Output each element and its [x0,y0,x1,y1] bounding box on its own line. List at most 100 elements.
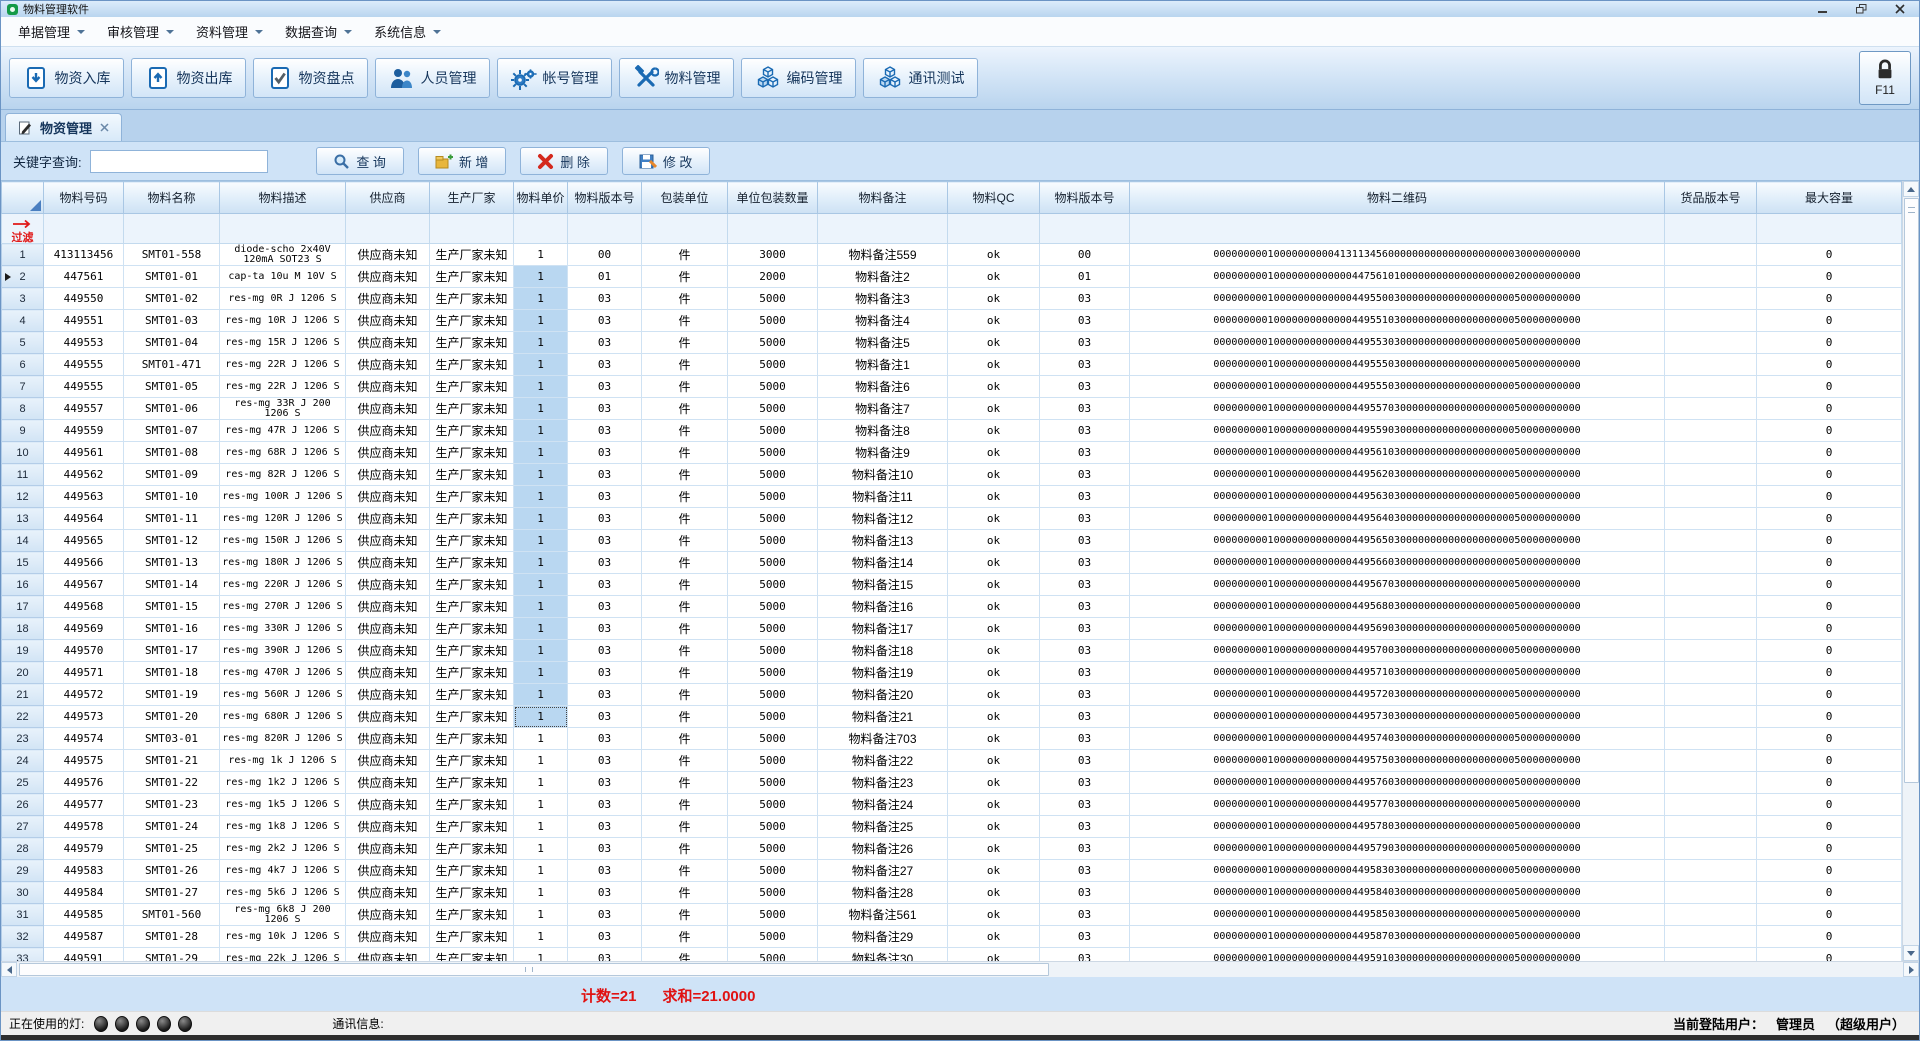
cell-num[interactable]: 447561 [44,266,124,288]
cell-price[interactable]: 1 [514,288,568,310]
cell-ver[interactable]: 03 [568,354,642,376]
cell-qr[interactable]: 0000000001000000000041311345600000000000… [1130,244,1665,266]
cell-max_cap[interactable]: 0 [1757,618,1902,640]
cell-unit[interactable]: 件 [642,596,728,618]
cell-goods_ver[interactable] [1665,750,1757,772]
scroll-up-button[interactable] [1903,181,1919,197]
cell-qc[interactable]: ok [948,574,1040,596]
row-number[interactable]: 18 [2,618,44,640]
cell-qty[interactable]: 5000 [728,596,818,618]
row-number[interactable]: 15 [2,552,44,574]
cell-desc[interactable]: res-mg 180R J 1206 S [220,552,346,574]
cell-num[interactable]: 449551 [44,310,124,332]
cell-maker[interactable]: 生产厂家未知 [430,640,514,662]
row-number[interactable]: 27 [2,816,44,838]
cell-supplier[interactable]: 供应商未知 [346,552,430,574]
cell-goods_ver[interactable] [1665,772,1757,794]
cell-unit[interactable]: 件 [642,706,728,728]
cell-max_cap[interactable]: 0 [1757,706,1902,728]
row-number[interactable]: 20 [2,662,44,684]
cell-supplier[interactable]: 供应商未知 [346,684,430,706]
cell-ver[interactable]: 03 [568,618,642,640]
cell-desc[interactable]: res-mg 560R J 1206 S [220,684,346,706]
cell-unit[interactable]: 件 [642,728,728,750]
row-number[interactable]: 4 [2,310,44,332]
cell-ver2[interactable]: 03 [1040,926,1130,948]
cell-goods_ver[interactable] [1665,332,1757,354]
cell-remark[interactable]: 物料备注4 [818,310,948,332]
cell-ver2[interactable]: 03 [1040,420,1130,442]
cell-qc[interactable]: ok [948,244,1040,266]
cell-remark[interactable]: 物料备注8 [818,420,948,442]
cell-remark[interactable]: 物料备注22 [818,750,948,772]
cell-qty[interactable]: 5000 [728,332,818,354]
cell-unit[interactable]: 件 [642,508,728,530]
cell-remark[interactable]: 物料备注1 [818,354,948,376]
cell-price[interactable]: 1 [514,882,568,904]
cell-num[interactable]: 449557 [44,398,124,420]
cell-qc[interactable]: ok [948,882,1040,904]
col-header-remark[interactable]: 物料备注 [818,182,948,214]
cell-price[interactable]: 1 [514,464,568,486]
cell-name[interactable]: SMT01-15 [124,596,220,618]
cell-goods_ver[interactable] [1665,794,1757,816]
row-number[interactable]: 16 [2,574,44,596]
cell-goods_ver[interactable] [1665,574,1757,596]
cell-ver[interactable]: 03 [568,948,642,962]
cell-num[interactable]: 449555 [44,354,124,376]
cell-qr[interactable]: 0000000001000000000000044956603000000000… [1130,552,1665,574]
row-number[interactable]: 21 [2,684,44,706]
cell-ver[interactable]: 03 [568,816,642,838]
cell-desc[interactable]: res-mg 2k2 J 1206 S [220,838,346,860]
cell-qty[interactable]: 5000 [728,552,818,574]
cell-unit[interactable]: 件 [642,244,728,266]
cell-name[interactable]: SMT01-06 [124,398,220,420]
cell-remark[interactable]: 物料备注28 [818,882,948,904]
cell-supplier[interactable]: 供应商未知 [346,486,430,508]
cell-supplier[interactable]: 供应商未知 [346,772,430,794]
cell-goods_ver[interactable] [1665,464,1757,486]
col-header-num[interactable]: 物料号码 [44,182,124,214]
cell-desc[interactable]: res-mg 6k8 J 200 1206 S [220,904,346,926]
query-button[interactable]: 查 询 [316,147,404,175]
cell-num[interactable]: 449553 [44,332,124,354]
toolbar-button-coding[interactable]: 编码管理 [741,58,856,98]
cell-max_cap[interactable]: 0 [1757,662,1902,684]
cell-remark[interactable]: 物料备注5 [818,332,948,354]
cell-max_cap[interactable]: 0 [1757,244,1902,266]
cell-supplier[interactable]: 供应商未知 [346,398,430,420]
cell-qc[interactable]: ok [948,618,1040,640]
cell-supplier[interactable]: 供应商未知 [346,640,430,662]
cell-qc[interactable]: ok [948,398,1040,420]
vertical-scroll-thumb[interactable] [1904,198,1919,783]
cell-max_cap[interactable]: 0 [1757,882,1902,904]
row-number[interactable]: 24 [2,750,44,772]
cell-num[interactable]: 413113456 [44,244,124,266]
cell-supplier[interactable]: 供应商未知 [346,838,430,860]
cell-supplier[interactable]: 供应商未知 [346,420,430,442]
cell-ver2[interactable]: 03 [1040,750,1130,772]
filter-cell-qty[interactable] [728,214,818,244]
cell-qc[interactable]: ok [948,904,1040,926]
row-number[interactable]: 31 [2,904,44,926]
cell-remark[interactable]: 物料备注24 [818,794,948,816]
cell-goods_ver[interactable] [1665,530,1757,552]
cell-unit[interactable]: 件 [642,860,728,882]
cell-ver[interactable]: 03 [568,684,642,706]
col-header-ver2[interactable]: 物料版本号 [1040,182,1130,214]
cell-name[interactable]: SMT01-08 [124,442,220,464]
cell-qc[interactable]: ok [948,838,1040,860]
cell-supplier[interactable]: 供应商未知 [346,794,430,816]
filter-cell-goods_ver[interactable] [1665,214,1757,244]
cell-goods_ver[interactable] [1665,244,1757,266]
cell-unit[interactable]: 件 [642,794,728,816]
row-number[interactable]: 28 [2,838,44,860]
row-number[interactable]: 29 [2,860,44,882]
cell-desc[interactable]: res-mg 0R J 1206 S [220,288,346,310]
cell-qc[interactable]: ok [948,706,1040,728]
cell-ver2[interactable]: 01 [1040,266,1130,288]
cell-max_cap[interactable]: 0 [1757,948,1902,962]
cell-unit[interactable]: 件 [642,926,728,948]
cell-name[interactable]: SMT01-13 [124,552,220,574]
cell-remark[interactable]: 物料备注19 [818,662,948,684]
